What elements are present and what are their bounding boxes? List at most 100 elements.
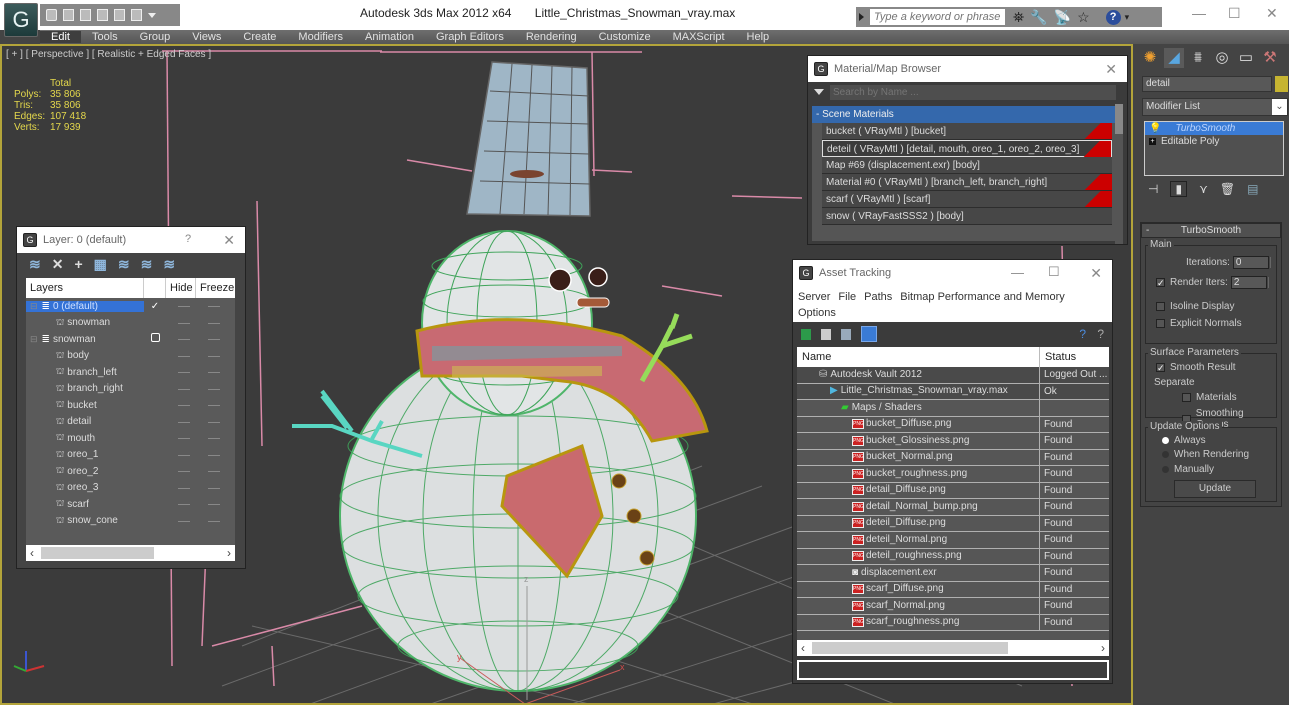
asset-row[interactable]: ▰ Maps / Shaders	[797, 400, 1109, 417]
asset-row[interactable]: PNG bucket_Glossiness.png Found	[797, 433, 1109, 450]
add-to-layer-icon[interactable]: +	[74, 256, 82, 272]
menu-tools[interactable]: Tools	[81, 31, 129, 43]
minimize-button[interactable]: —	[1192, 5, 1206, 21]
help-icon[interactable]: ?	[1105, 9, 1121, 25]
close-button[interactable]: ✕	[1105, 61, 1117, 78]
list-view-icon[interactable]	[821, 328, 831, 340]
scene-materials-group[interactable]: - Scene Materials	[812, 106, 1116, 123]
lightbulb-icon[interactable]: 💡	[1149, 122, 1161, 135]
hide-toggle[interactable]	[178, 504, 190, 505]
layer-row-name-cell[interactable]: ⊟ ≣ snowman	[26, 334, 144, 345]
asset-row[interactable]: ◙ displacement.exr Found	[797, 565, 1109, 582]
menu-animation[interactable]: Animation	[354, 31, 425, 43]
material-vscrollbar[interactable]	[1115, 104, 1123, 244]
menu-rendering[interactable]: Rendering	[515, 31, 588, 43]
asset-row[interactable]: PNG bucket_Diffuse.png Found	[797, 416, 1109, 433]
asset-row[interactable]: PNG deteil_Diffuse.png Found	[797, 515, 1109, 532]
when-rendering-radio[interactable]	[1162, 451, 1169, 458]
highlight-layer-icon[interactable]: ≋	[118, 256, 130, 273]
material-item[interactable]: deteil ( VRayMtl ) [detail, mouth, oreo_…	[822, 140, 1112, 157]
menu-maxscript[interactable]: MAXScript	[662, 31, 736, 43]
asset-row[interactable]: PNG detail_Diffuse.png Found	[797, 482, 1109, 499]
rollout-header[interactable]: - TurboSmooth	[1141, 223, 1281, 238]
communication-center-icon[interactable]: 📡	[1054, 9, 1071, 26]
create-tab-icon[interactable]: ✺	[1140, 48, 1160, 68]
update-manually-option[interactable]: Manually	[1162, 464, 1214, 475]
freeze-toggle[interactable]	[208, 388, 220, 390]
layer-dialog-titlebar[interactable]: G Layer: 0 (default) ? ✕	[17, 227, 245, 253]
save-icon[interactable]	[63, 9, 74, 21]
hide-toggle[interactable]	[178, 487, 190, 489]
explicit-normals-option[interactable]: Explicit Normals	[1156, 318, 1242, 329]
asset-name-cell[interactable]: PNG scarf_roughness.png	[797, 614, 1040, 630]
asset-name-cell[interactable]: PNG bucket_Glossiness.png	[797, 433, 1040, 449]
asset-name-cell[interactable]: PNG deteil_Diffuse.png	[797, 515, 1040, 531]
layer-row[interactable]: ⛫ snowman	[26, 315, 235, 332]
freeze-all-icon[interactable]: ≋	[163, 256, 175, 273]
object-color-swatch[interactable]	[1275, 76, 1288, 92]
subscription-icon[interactable]: 🔧	[1030, 9, 1047, 26]
hide-toggle[interactable]	[178, 355, 190, 357]
redo-icon[interactable]	[114, 9, 125, 21]
hide-toggle[interactable]	[178, 322, 190, 324]
col-layers[interactable]: Layers	[26, 278, 144, 298]
col-hide[interactable]: Hide	[166, 278, 196, 298]
asset-name-cell[interactable]: PNG detail_Diffuse.png	[797, 482, 1040, 498]
layer-row-name-cell[interactable]: ⛫ scarf	[26, 498, 144, 510]
layer-row-name-cell[interactable]: ⊟ ≣ 0 (default)	[26, 300, 144, 312]
layer-row[interactable]: ⛫ oreo_2	[26, 463, 235, 480]
freeze-toggle[interactable]	[208, 520, 220, 522]
asset-row[interactable]: PNG scarf_roughness.png Found	[797, 614, 1109, 631]
scroll-right-icon[interactable]: ›	[227, 546, 231, 560]
material-item[interactable]: snow ( VRayFastSSS2 ) [body]	[822, 208, 1112, 225]
maximize-button[interactable]: ☐	[1228, 5, 1241, 22]
material-item[interactable]: bucket ( VRayMtl ) [bucket]	[822, 123, 1112, 140]
stack-item-editable-poly[interactable]: + Editable Poly	[1145, 135, 1283, 148]
freeze-toggle[interactable]	[208, 504, 220, 505]
asset-row[interactable]: ▶ Little_Christmas_Snowman_vray.max Ok	[797, 383, 1109, 400]
menu-customize[interactable]: Customize	[588, 31, 662, 43]
scroll-left-icon[interactable]: ‹	[801, 641, 805, 655]
always-radio[interactable]	[1162, 437, 1169, 444]
maximize-button[interactable]: ☐	[1048, 264, 1060, 280]
asset-row[interactable]: PNG deteil_Normal.png Found	[797, 532, 1109, 549]
collapse-icon[interactable]: ⊟	[30, 301, 38, 312]
explicit-normals-checkbox[interactable]	[1156, 319, 1165, 328]
stack-item-turbosmooth[interactable]: 💡 TurboSmooth	[1145, 122, 1283, 135]
close-button[interactable]: ✕	[223, 232, 235, 249]
freeze-toggle[interactable]	[208, 405, 220, 406]
render-iters-spinner[interactable]: 2	[1230, 276, 1269, 289]
asset-name-cell[interactable]: PNG bucket_Normal.png	[797, 449, 1040, 465]
hierarchy-tab-icon[interactable]: ⩩	[1188, 48, 1208, 68]
menu-modifiers[interactable]: Modifiers	[287, 31, 354, 43]
expand-icon[interactable]	[859, 13, 868, 21]
scroll-left-icon[interactable]: ‹	[30, 546, 34, 560]
layer-row[interactable]: ⛫ oreo_1	[26, 447, 235, 464]
layer-row-name-cell[interactable]: ⛫ oreo_2	[26, 465, 144, 477]
asset-name-cell[interactable]: ▰ Maps / Shaders	[797, 400, 1040, 416]
menu-file[interactable]: File	[838, 291, 856, 303]
hide-all-icon[interactable]: ≋	[141, 256, 153, 273]
freeze-toggle[interactable]	[208, 306, 220, 307]
layer-row[interactable]: ⛫ bucket	[26, 397, 235, 414]
pin-stack-icon[interactable]: ⊣	[1148, 182, 1158, 196]
hide-toggle[interactable]	[178, 405, 190, 406]
layer-row[interactable]: ⛫ oreo_3	[26, 480, 235, 497]
layer-row-name-cell[interactable]: ⛫ snowman	[26, 317, 144, 329]
menu-help[interactable]: Help	[736, 31, 781, 43]
layer-row-name-cell[interactable]: ⛫ bucket	[26, 399, 144, 411]
asset-path-field[interactable]	[797, 660, 1109, 680]
asset-name-cell[interactable]: ⛁ Autodesk Vault 2012	[797, 367, 1040, 383]
asset-name-cell[interactable]: PNG scarf_Diffuse.png	[797, 581, 1040, 597]
col-freeze[interactable]: Freeze	[196, 278, 235, 298]
update-always-option[interactable]: Always	[1162, 435, 1206, 446]
isoline-display-option[interactable]: Isoline Display	[1156, 301, 1234, 312]
hide-toggle[interactable]	[178, 339, 190, 340]
layer-row[interactable]: ⛫ scarf	[26, 496, 235, 513]
project-folder-icon[interactable]	[97, 9, 108, 21]
material-item[interactable]: scarf ( VRayMtl ) [scarf]	[822, 191, 1112, 208]
hide-toggle[interactable]	[178, 421, 190, 423]
manually-radio[interactable]	[1162, 466, 1169, 473]
layer-row-name-cell[interactable]: ⛫ branch_left	[26, 366, 144, 378]
set-current-checkbox[interactable]	[150, 333, 160, 343]
